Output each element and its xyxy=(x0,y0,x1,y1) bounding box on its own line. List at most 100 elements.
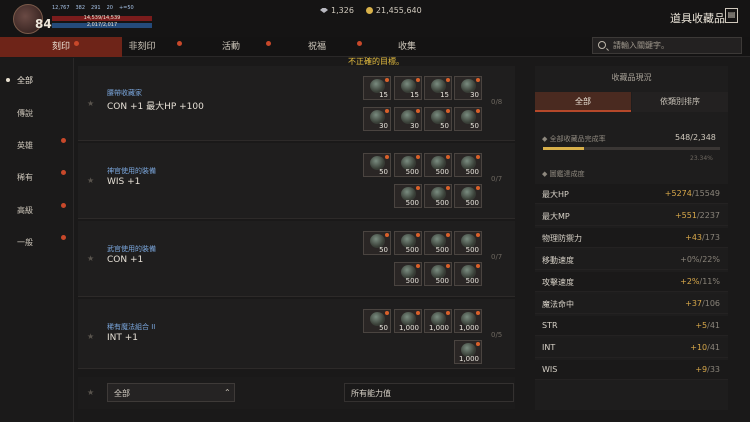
mp-bar: 2,017/2,017 xyxy=(52,23,152,28)
completion-progress-fill xyxy=(543,147,585,150)
rare-alert-icon xyxy=(61,170,66,175)
grade-filter-dropdown[interactable]: 全部 ⌃ xyxy=(107,383,235,402)
panel-title: 收藏品現況 xyxy=(611,73,652,82)
collection-progress: 0/7 xyxy=(491,175,503,183)
item-slot[interactable]: 15 xyxy=(394,76,422,100)
item-alert-icon xyxy=(446,186,450,190)
item-alert-icon xyxy=(416,186,420,190)
search-input[interactable] xyxy=(613,38,738,53)
item-slot[interactable]: 1,000 xyxy=(394,309,422,333)
collection-effect: WIS +1 xyxy=(107,177,141,187)
item-slot[interactable]: 15 xyxy=(363,76,391,100)
sidebar-item-all[interactable]: 全部 xyxy=(0,71,74,91)
item-slot[interactable]: 50 xyxy=(363,309,391,333)
item-slot[interactable]: 50 xyxy=(363,231,391,255)
item-slot[interactable]: 500 xyxy=(394,184,422,208)
collection-title: 腰帶收藏家 xyxy=(107,89,142,97)
item-alert-icon xyxy=(385,311,389,315)
item-slot[interactable]: 500 xyxy=(454,262,482,286)
item-alert-icon xyxy=(416,155,420,159)
item-slot[interactable]: 15 xyxy=(424,76,452,100)
item-slot[interactable]: 50 xyxy=(363,153,391,177)
item-slot[interactable]: 500 xyxy=(454,153,482,177)
collection-progress: 0/5 xyxy=(491,331,503,339)
sidebar-item-legend[interactable]: 傳說 xyxy=(0,104,74,124)
favorite-star-icon[interactable]: ★ xyxy=(87,99,95,108)
tab-event-alert-icon xyxy=(266,41,271,46)
codex-achievement-label: ◆ 圖鑑達成度 xyxy=(542,170,585,178)
collection-book-icon[interactable]: ▤ xyxy=(725,8,738,23)
tab-blessing[interactable]: 祝福 xyxy=(300,37,334,57)
tab-gather[interactable]: 收集 xyxy=(392,37,422,57)
favorite-filter-star-icon[interactable]: ★ xyxy=(87,388,94,397)
item-slot[interactable]: 500 xyxy=(424,153,452,177)
item-slot[interactable]: 50 xyxy=(424,107,452,131)
favorite-star-icon[interactable]: ★ xyxy=(87,176,95,185)
tab-event[interactable]: 活動 xyxy=(214,37,248,57)
collection-row[interactable]: ★ 武官使用的裝備 CON +1 0/7 50 500 500 500 500 … xyxy=(78,221,515,297)
stat-row-max-mp: 最大MP +551/2237 xyxy=(535,206,728,226)
collection-row[interactable]: ★ 神官使用的裝備 WIS +1 0/7 50 500 500 500 500 … xyxy=(78,143,515,219)
collection-row[interactable]: ★ 腰帶收藏家 CON +1 最大HP +100 0/8 15 15 15 30… xyxy=(78,66,515,141)
collection-row[interactable]: ★ 稀有魔法組合 II INT +1 0/5 50 1,000 1,000 1,… xyxy=(78,299,515,369)
item-slot[interactable]: 500 xyxy=(394,231,422,255)
item-slot[interactable]: 30 xyxy=(454,76,482,100)
stat-filter-dropdown[interactable]: 所有能力值 xyxy=(344,383,514,402)
currency-display: 1,326 21,455,640 xyxy=(320,6,422,15)
item-slot[interactable]: 1,000 xyxy=(424,309,452,333)
tab-non-engraved-alert-icon xyxy=(177,41,182,46)
favorite-star-icon[interactable]: ★ xyxy=(87,254,95,263)
hp-bar: 14,539/14,539 xyxy=(52,16,152,21)
item-alert-icon xyxy=(446,264,450,268)
item-alert-icon xyxy=(446,311,450,315)
item-alert-icon xyxy=(385,78,389,82)
item-slot[interactable]: 500 xyxy=(424,184,452,208)
item-slot[interactable]: 500 xyxy=(454,231,482,255)
stat-row-wis: WIS +9/33 xyxy=(535,360,728,380)
item-slot[interactable]: 500 xyxy=(394,262,422,286)
collection-status-panel: 收藏品現況 全部 依類別排序 ◆ 全部收藏品完成率 548/2,348 23.3… xyxy=(535,66,728,410)
item-alert-icon xyxy=(416,78,420,82)
stat-row-attack-speed: 攻擊速度 +2%/11% xyxy=(535,272,728,292)
grade-sidebar: 全部 傳說 英雄 稀有 高級 一般 xyxy=(0,58,74,422)
completion-rate-label: ◆ 全部收藏品完成率 xyxy=(542,135,606,143)
level-stat: 20 xyxy=(106,5,113,11)
power-stat: 12,767 xyxy=(52,5,70,11)
item-slot[interactable]: 500 xyxy=(424,262,452,286)
common-alert-icon xyxy=(61,235,66,240)
stat-row-physical-defense: 物理防禦力 +43/173 xyxy=(535,228,728,248)
item-slot[interactable]: 500 xyxy=(424,231,452,255)
item-alert-icon xyxy=(446,233,450,237)
item-slot[interactable]: 500 xyxy=(394,153,422,177)
item-slot[interactable]: 30 xyxy=(363,107,391,131)
grade-filter-value: 全部 xyxy=(114,389,130,398)
collection-title: 神官使用的裝備 xyxy=(107,167,156,175)
page-title: 道具收藏品 xyxy=(670,12,725,25)
gem-icon xyxy=(320,8,328,13)
search-box[interactable] xyxy=(592,37,742,54)
tab-engraved[interactable]: 刻印 xyxy=(0,37,122,57)
panel-tab-sort-by-category[interactable]: 依類別排序 xyxy=(632,92,728,112)
item-alert-icon xyxy=(476,109,480,113)
item-slot[interactable]: 1,000 xyxy=(454,340,482,364)
hero-alert-icon xyxy=(61,138,66,143)
item-slot[interactable]: 1,000 xyxy=(454,309,482,333)
item-slot[interactable]: 500 xyxy=(454,184,482,208)
tab-non-engraved[interactable]: 非刻印 xyxy=(122,37,162,57)
panel-tab-all[interactable]: 全部 xyxy=(535,92,631,112)
collection-title: 武官使用的裝備 xyxy=(107,245,156,253)
stat-row-magic-hit: 魔法命中 +37/106 xyxy=(535,294,728,314)
favorite-star-icon[interactable]: ★ xyxy=(87,332,95,341)
item-alert-icon xyxy=(416,264,420,268)
player-stats: 12,767 382 291 20 +=50 xyxy=(52,5,134,14)
gold-coin-icon xyxy=(365,7,373,14)
stat-row-str: STR +5/41 xyxy=(535,316,728,336)
stat-list: 最大HP +5274/15549 最大MP +551/2237 物理防禦力 +43/1… xyxy=(535,184,728,382)
item-alert-icon xyxy=(446,78,450,82)
item-slot[interactable]: 30 xyxy=(394,107,422,131)
item-slot[interactable]: 50 xyxy=(454,107,482,131)
completion-progress-bar xyxy=(543,147,720,150)
completion-percent: 23.34% xyxy=(690,155,713,162)
defense-stat: 382 xyxy=(75,5,86,11)
item-alert-icon xyxy=(446,109,450,113)
